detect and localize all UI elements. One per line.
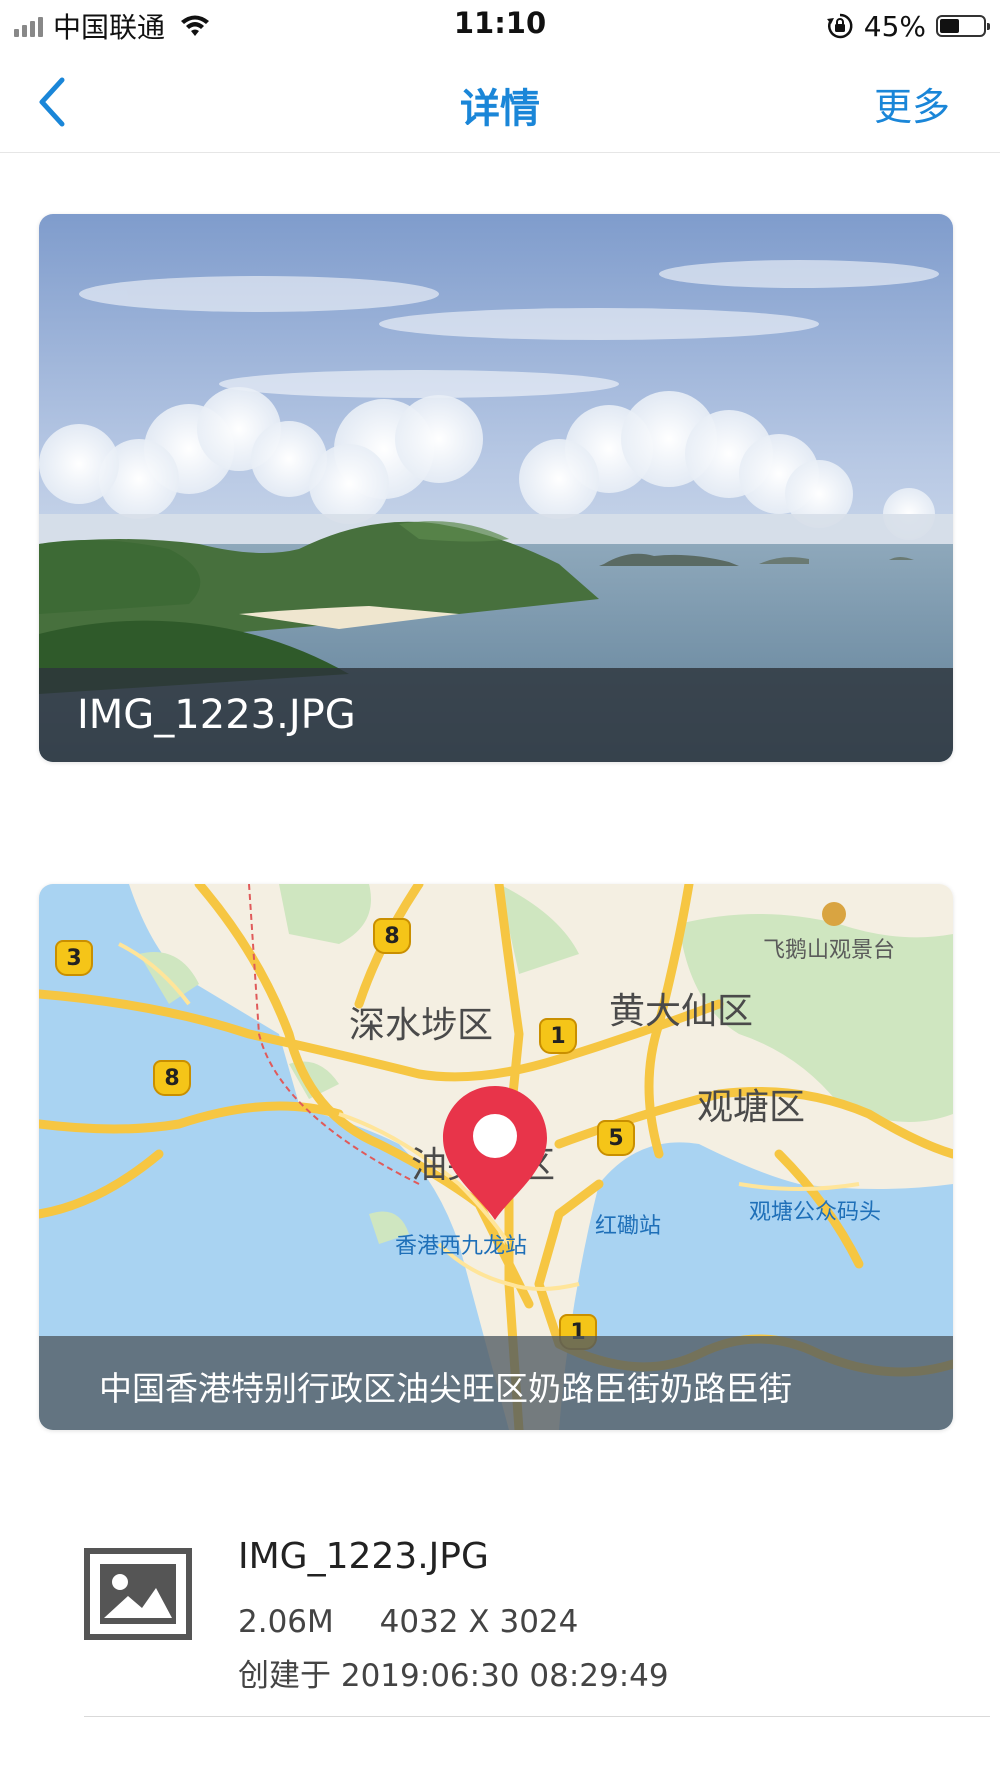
status-right: 45% [826,8,990,44]
map-label-district: 观塘区 [697,1087,806,1128]
file-meta: 2.06M 4032 X 3024 [238,1604,614,1640]
route-badge: 5 [597,1120,635,1156]
route-badge: 8 [153,1060,191,1096]
map-address-bar: 中国香港特别行政区油尖旺区奶路臣街奶路臣街 [39,1336,953,1430]
map-label-place: 飞鹅山观景台 [763,938,896,963]
photo-preview-card[interactable]: IMG_1223.JPG [39,214,953,762]
route-badge: 3 [55,940,93,976]
file-created-date: 创建于 2019:06:30 08:29:49 [238,1658,669,1694]
map-label-place: 红磡站 [595,1214,662,1239]
more-button[interactable]: 更多 [874,76,950,131]
route-badge: 8 [373,918,411,954]
file-size: 2.06M [238,1604,334,1640]
route-badge: 1 [539,1018,577,1054]
image-file-icon [84,1548,192,1640]
location-map-card[interactable]: 深水埗区 黄大仙区 观塘区 油尖旺区 飞鹅山观景台 香港西九龙站 红磡站 观塘公… [39,884,953,1430]
file-info-row: IMG_1223.JPG 2.06M 4032 X 3024 创建于 2019:… [84,1520,990,1717]
map-label-district: 黄大仙区 [609,991,754,1032]
photo-caption-bar: IMG_1223.JPG [39,668,953,762]
status-bar: 中国联通 11:10 45% [0,0,1000,52]
map-label-place: 香港西九龙站 [395,1234,528,1259]
page-title: 详情 [460,86,540,132]
map-label-place: 观塘公众码头 [749,1200,882,1225]
map-label-district: 深水埗区 [349,1005,494,1046]
rotation-lock-icon [826,13,853,39]
file-name: IMG_1223.JPG [238,1536,489,1577]
battery-fill [940,19,959,33]
address-text: 中国香港特别行政区油尖旺区奶路臣街奶路臣街 [99,1369,792,1408]
location-pin-icon [443,1086,547,1220]
battery-icon [936,15,990,37]
photo-filename: IMG_1223.JPG [77,692,356,738]
file-dimensions: 4032 X 3024 [379,1604,579,1640]
navigation-bar: 详情 更多 [0,52,1000,153]
battery-percentage: 45% [863,9,926,43]
